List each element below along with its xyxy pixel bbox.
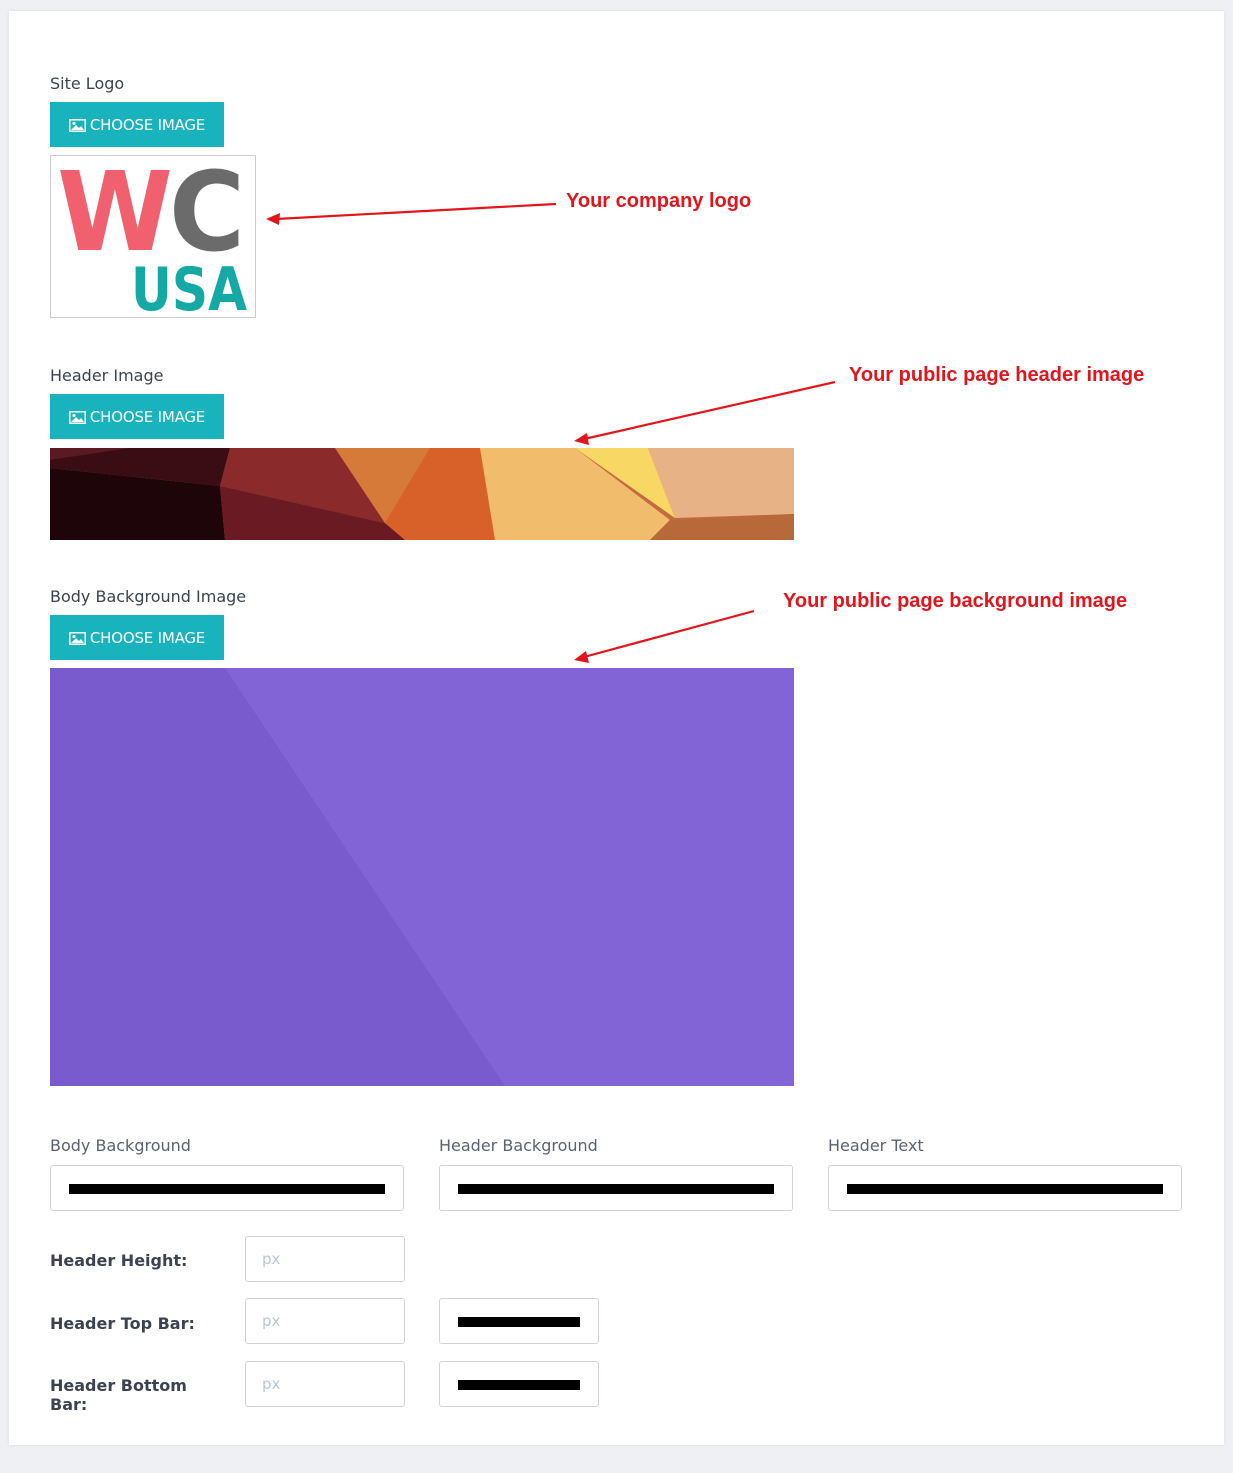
body-arrow-line (583, 609, 755, 659)
body-background-image-preview (50, 668, 794, 1086)
header-bottom-bar-label: Header Bottom Bar: (50, 1376, 187, 1414)
logo-arrow-line (275, 202, 557, 221)
header-top-bar-input[interactable] (245, 1298, 405, 1344)
header-text-color-swatch (847, 1184, 1163, 1194)
header-background-color-picker[interactable] (439, 1165, 793, 1211)
header-top-bar-color-swatch (458, 1317, 580, 1327)
logo-arrowhead (266, 213, 280, 225)
header-top-bar-label: Header Top Bar: (50, 1314, 195, 1333)
header-arrowhead (574, 433, 589, 445)
header-height-label: Header Height: (50, 1251, 188, 1270)
body-background-color-label: Body Background (50, 1136, 191, 1155)
header-bottom-bar-color-swatch (458, 1380, 580, 1390)
header-height-input[interactable] (245, 1236, 405, 1282)
body-background-color-picker[interactable] (50, 1165, 404, 1211)
header-background-color-swatch (458, 1184, 774, 1194)
body-background-color-swatch (69, 1184, 385, 1194)
header-top-bar-color-picker[interactable] (439, 1298, 599, 1344)
body-arrowhead (574, 651, 589, 663)
header-background-color-label: Header Background (439, 1136, 598, 1155)
header-text-color-picker[interactable] (828, 1165, 1182, 1211)
annotation-arrows (266, 202, 836, 663)
header-arrow-line (583, 380, 836, 441)
header-bottom-bar-input[interactable] (245, 1361, 405, 1407)
header-text-color-label: Header Text (828, 1136, 924, 1155)
header-bottom-bar-color-picker[interactable] (439, 1361, 599, 1407)
